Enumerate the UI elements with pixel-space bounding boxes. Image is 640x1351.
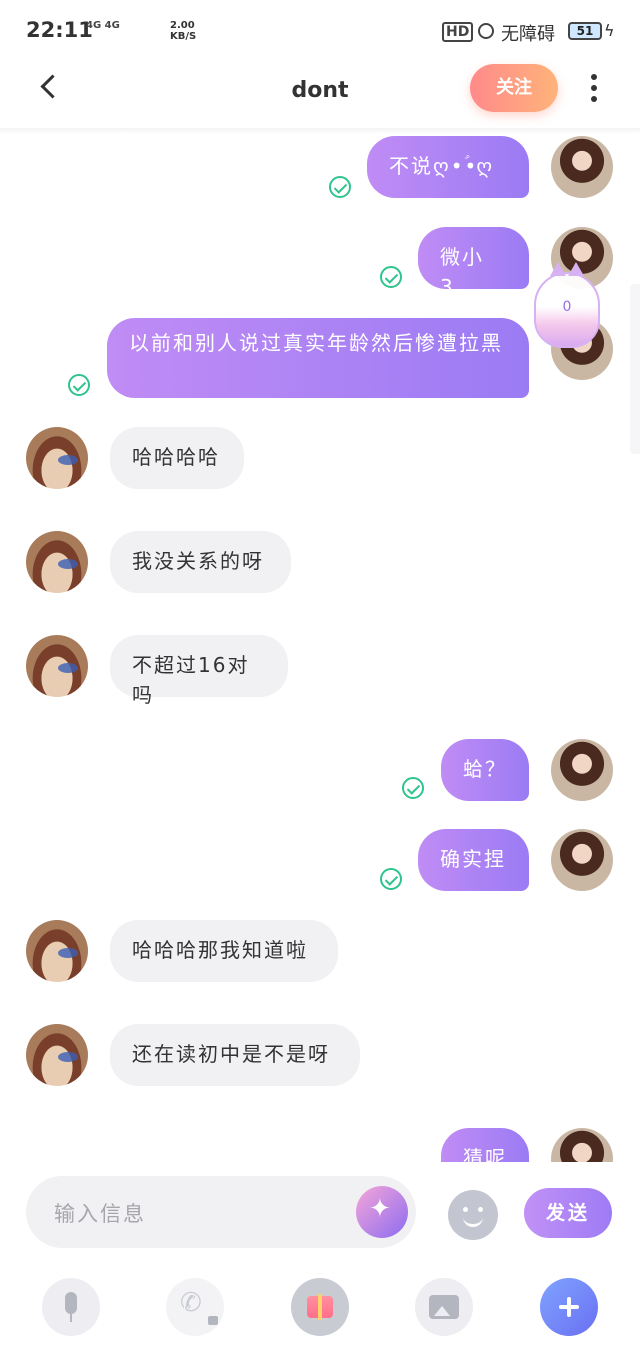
message-bubble[interactable]: 不超过16对吗 xyxy=(110,635,288,707)
message-bubble[interactable]: 哈哈哈哈 xyxy=(110,427,244,489)
avatar[interactable] xyxy=(26,635,88,697)
plus-icon[interactable] xyxy=(540,1278,598,1336)
message-bubble[interactable]: 微小 3 xyxy=(418,227,529,299)
avatar[interactable] xyxy=(551,136,613,198)
send-button[interactable]: 发送 xyxy=(524,1188,612,1238)
accessibility-icon xyxy=(478,23,494,39)
avatar[interactable] xyxy=(551,739,613,801)
avatar[interactable] xyxy=(26,1024,88,1086)
message-bubble[interactable]: 蛤？ xyxy=(441,739,529,801)
message-bubble[interactable]: 还在读初中是不是呀 xyxy=(110,1024,360,1086)
avatar[interactable] xyxy=(551,829,613,891)
message-bubble[interactable]: 我没关系的呀 xyxy=(110,531,291,593)
side-drawer-handle[interactable] xyxy=(630,284,640,454)
phone-icon[interactable] xyxy=(166,1278,224,1336)
magic-wand-icon[interactable] xyxy=(356,1186,408,1238)
network-speed: 2.00 KB/S xyxy=(170,20,196,42)
battery-indicator: 51 xyxy=(568,22,602,40)
follow-button[interactable]: 关注 xyxy=(470,64,558,112)
microphone-icon[interactable] xyxy=(42,1278,100,1336)
message-input[interactable]: 输入信息 xyxy=(26,1176,416,1248)
chat-header: dont 关注 xyxy=(0,64,640,128)
message-bubble[interactable]: 哈哈哈那我知道啦 xyxy=(110,920,338,982)
toolbar xyxy=(0,1262,640,1351)
input-bar: 输入信息 发送 xyxy=(0,1162,640,1262)
check-circle-icon xyxy=(380,266,402,288)
accessibility-label: 无障碍 xyxy=(501,24,555,45)
floating-badge[interactable]: 0 xyxy=(534,262,600,348)
avatar[interactable] xyxy=(551,1128,613,1162)
image-icon[interactable] xyxy=(415,1278,473,1336)
charging-icon: ϟ xyxy=(604,21,615,40)
message-bubble[interactable]: 确实捏 xyxy=(418,829,529,891)
gift-icon[interactable] xyxy=(291,1278,349,1336)
more-vertical-icon[interactable] xyxy=(582,74,606,104)
input-placeholder: 输入信息 xyxy=(54,1202,146,1226)
network-indicator: 4G 4G xyxy=(86,20,120,31)
network-speed-unit: KB/S xyxy=(170,31,197,42)
network-speed-value: 2.00 xyxy=(170,20,195,31)
status-bar: 22:11 4G 4G 2.00 KB/S HD 无障碍 51 ϟ xyxy=(0,0,640,64)
avatar[interactable] xyxy=(26,920,88,982)
check-circle-icon xyxy=(380,868,402,890)
check-circle-icon xyxy=(402,777,424,799)
check-circle-icon xyxy=(68,374,90,396)
emoji-icon[interactable] xyxy=(448,1190,498,1240)
message-bubble[interactable]: 以前和别人说过真实年龄然后惨遭拉黑 xyxy=(107,318,529,398)
message-bubble[interactable]: 猜呢 xyxy=(441,1128,529,1162)
avatar[interactable] xyxy=(26,427,88,489)
avatar[interactable] xyxy=(26,531,88,593)
check-circle-icon xyxy=(329,176,351,198)
message-bubble[interactable]: 不说ღ•ؑ•ღ xyxy=(367,136,529,198)
status-time: 22:11 xyxy=(26,18,93,42)
hd-icon: HD xyxy=(442,22,474,42)
